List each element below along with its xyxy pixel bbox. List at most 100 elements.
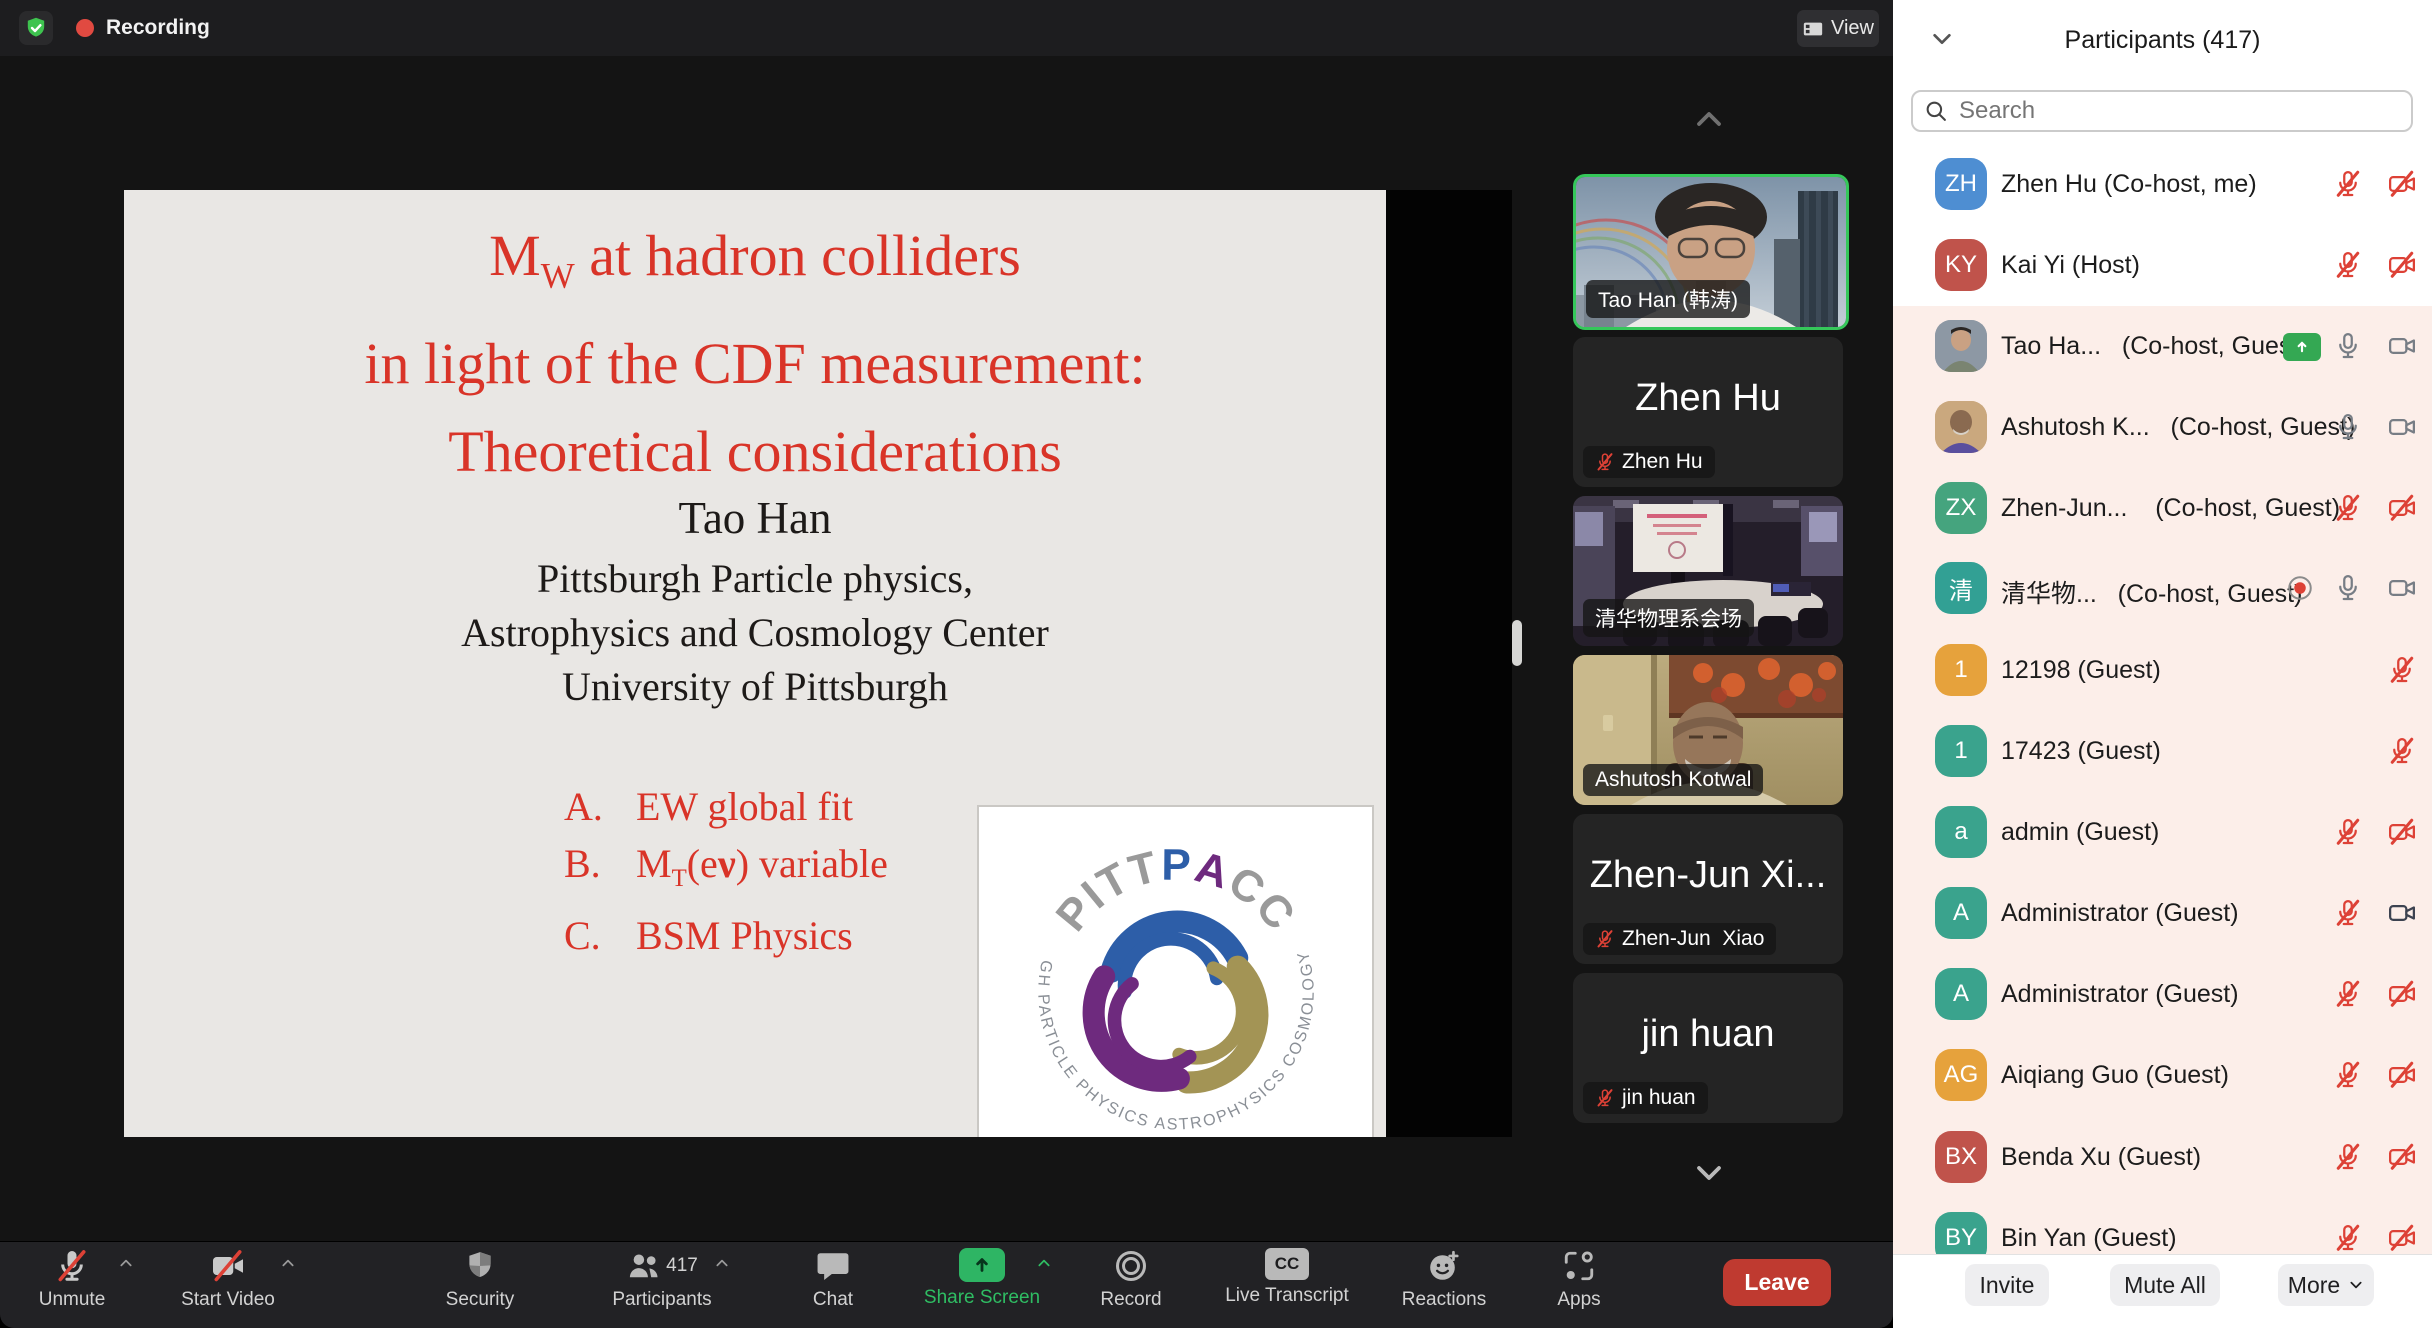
chevron-down-icon (1683, 1158, 1735, 1188)
share-options-caret[interactable] (1034, 1256, 1056, 1270)
participant-row[interactable]: A Administrator (Guest) (1893, 954, 2432, 1035)
participant-row[interactable]: BY Bin Yan (Guest) (1893, 1198, 2432, 1254)
profile-photo (1935, 320, 1987, 372)
presentation-slide: MW at hadron colliders in light of the C… (124, 190, 1386, 1137)
mic-icon (2333, 573, 2363, 603)
avatar: a (1935, 806, 1987, 858)
pittpacc-logo-graphic: PITTPACC · PITTSBURGH PARTICLE PHYSICS A… (1006, 822, 1346, 1138)
avatar: 1 (1935, 725, 1987, 777)
tile-name-label: Tao Han (韩涛) (1586, 280, 1750, 318)
recording-indicator-icon (2285, 573, 2315, 603)
video-options-caret[interactable] (278, 1256, 300, 1270)
participant-row[interactable]: a admin (Guest) (1893, 792, 2432, 873)
video-tile-tsinghua-room[interactable]: 清华物理系会场 (1573, 496, 1843, 646)
participant-row[interactable]: KY Kai Yi (Host) (1893, 225, 2432, 306)
record-button[interactable]: Record (1056, 1248, 1206, 1311)
zoom-meeting-screen: { "window": { "recording_label": "Record… (0, 0, 2432, 1328)
mic-muted-icon (2387, 655, 2417, 685)
chat-button[interactable]: Chat (758, 1248, 908, 1311)
camera-off-icon (2387, 1060, 2417, 1090)
leave-button[interactable]: Leave (1723, 1259, 1831, 1306)
mic-muted-icon (2333, 898, 2363, 928)
gallery-scroll-down-button[interactable] (1678, 1158, 1740, 1188)
tile-center-name: jin huan (1573, 1013, 1843, 1056)
shield-icon (463, 1248, 497, 1284)
tile-name-label: Ashutosh Kotwal (1583, 764, 1763, 796)
camera-off-icon (2387, 250, 2417, 280)
avatar: BX (1935, 1131, 1987, 1183)
video-tile-ashutosh-kotwal[interactable]: Ashutosh Kotwal (1573, 655, 1843, 805)
avatar: 1 (1935, 644, 1987, 696)
participant-row[interactable]: 1 17423 (Guest) (1893, 711, 2432, 792)
invite-button[interactable]: Invite (1965, 1264, 2049, 1306)
tile-name-label: Zhen Hu (1583, 446, 1715, 478)
recording-dot-icon (76, 19, 94, 37)
panel-resize-handle[interactable] (1512, 620, 1522, 666)
camera-off-icon (2387, 1223, 2417, 1253)
video-tile-tao-han[interactable]: Tao Han (韩涛) (1573, 174, 1849, 330)
cc-icon: CC (1265, 1248, 1309, 1280)
unmute-options-caret[interactable] (116, 1256, 138, 1270)
participant-row[interactable]: Ashutosh K... (Co-host, Guest) (1893, 387, 2432, 468)
chevron-up-icon (1683, 104, 1735, 134)
participant-row[interactable]: Tao Ha... (Co-host, Guest) (1893, 306, 2432, 387)
gallery-scroll-up-button[interactable] (1678, 104, 1740, 134)
mic-muted-icon (1595, 1088, 1615, 1108)
avatar: ZH (1935, 158, 1987, 210)
participants-options-caret[interactable] (712, 1256, 734, 1270)
participant-row[interactable]: ZX Zhen-Jun... (Co-host, Guest) (1893, 468, 2432, 549)
view-button-label: View (1831, 17, 1874, 40)
live-transcript-button[interactable]: CC Live Transcript (1212, 1248, 1362, 1307)
slide-title-line3: Theoretical considerations (124, 408, 1386, 496)
camera-icon (2387, 898, 2417, 928)
participants-search[interactable] (1911, 90, 2413, 132)
avatar: AG (1935, 1049, 1987, 1101)
view-button[interactable]: View (1797, 10, 1879, 47)
meeting-toolbar: Unmute Start Video Security 417 Particip… (0, 1241, 1893, 1328)
mic-muted-icon (2333, 250, 2363, 280)
chevron-down-icon (2348, 1278, 2364, 1292)
more-button[interactable]: More (2278, 1264, 2374, 1306)
camera-icon (2387, 573, 2417, 603)
gallery-view-icon (1802, 18, 1824, 40)
participants-count: 417 (666, 1255, 698, 1277)
camera-icon (2387, 331, 2417, 361)
slide-title-line2: in light of the CDF measurement: (124, 320, 1386, 408)
letterbox-bar (1386, 190, 1512, 1137)
video-tile-zhen-jun-xiao[interactable]: Zhen-Jun Xi... Zhen-Jun Xiao (1573, 814, 1843, 964)
participant-row[interactable]: A Administrator (Guest) (1893, 873, 2432, 954)
video-tile-zhen-hu[interactable]: Zhen Hu Zhen Hu (1573, 337, 1843, 487)
slide-title-line1: MW at hadron colliders (124, 212, 1386, 320)
participant-row[interactable]: ZH Zhen Hu (Co-host, me) (1893, 144, 2432, 225)
arrow-up-icon (969, 1252, 995, 1278)
share-screen-icon (959, 1248, 1005, 1282)
mic-icon (2333, 412, 2363, 442)
reactions-button[interactable]: Reactions (1369, 1248, 1519, 1311)
video-tile-jin-huan[interactable]: jin huan jin huan (1573, 973, 1843, 1123)
profile-photo (1935, 401, 1987, 453)
avatar: BY (1935, 1212, 1987, 1254)
search-icon (1923, 98, 1949, 124)
participant-row[interactable]: AG Aiqiang Guo (Guest) (1893, 1035, 2432, 1116)
slide-affiliation: Pittsburgh Particle physics, Astrophysic… (124, 552, 1386, 714)
apps-button[interactable]: Apps (1504, 1248, 1654, 1311)
mute-all-button[interactable]: Mute All (2110, 1264, 2220, 1306)
record-circle-icon (1113, 1248, 1149, 1284)
security-button[interactable]: Security (405, 1248, 555, 1311)
participant-row[interactable]: 1 12198 (Guest) (1893, 630, 2432, 711)
outline-item-c: C.BSM Physics (564, 907, 888, 964)
slide-author: Tao Han (124, 490, 1386, 546)
mic-muted-icon (1595, 452, 1615, 472)
mic-muted-icon (2333, 169, 2363, 199)
meeting-top-bar: Recording View (0, 0, 1893, 56)
participant-row[interactable]: 清 清华物... (Co-host, Guest) (1893, 548, 2432, 629)
slide-outline-list: A.EW global fit B.MT(eν) variable C.BSM … (564, 778, 888, 964)
security-shield-button[interactable] (19, 11, 53, 45)
shared-screen-stage: MW at hadron colliders in light of the C… (0, 56, 1893, 1241)
pittpacc-logo: PITTPACC · PITTSBURGH PARTICLE PHYSICS A… (977, 805, 1374, 1137)
avatar: KY (1935, 239, 1987, 291)
outline-item-b: B.MT(eν) variable (564, 835, 888, 907)
participant-row[interactable]: BX Benda Xu (Guest) (1893, 1117, 2432, 1198)
avatar: 清 (1935, 562, 1987, 614)
search-input[interactable] (1957, 96, 2411, 126)
